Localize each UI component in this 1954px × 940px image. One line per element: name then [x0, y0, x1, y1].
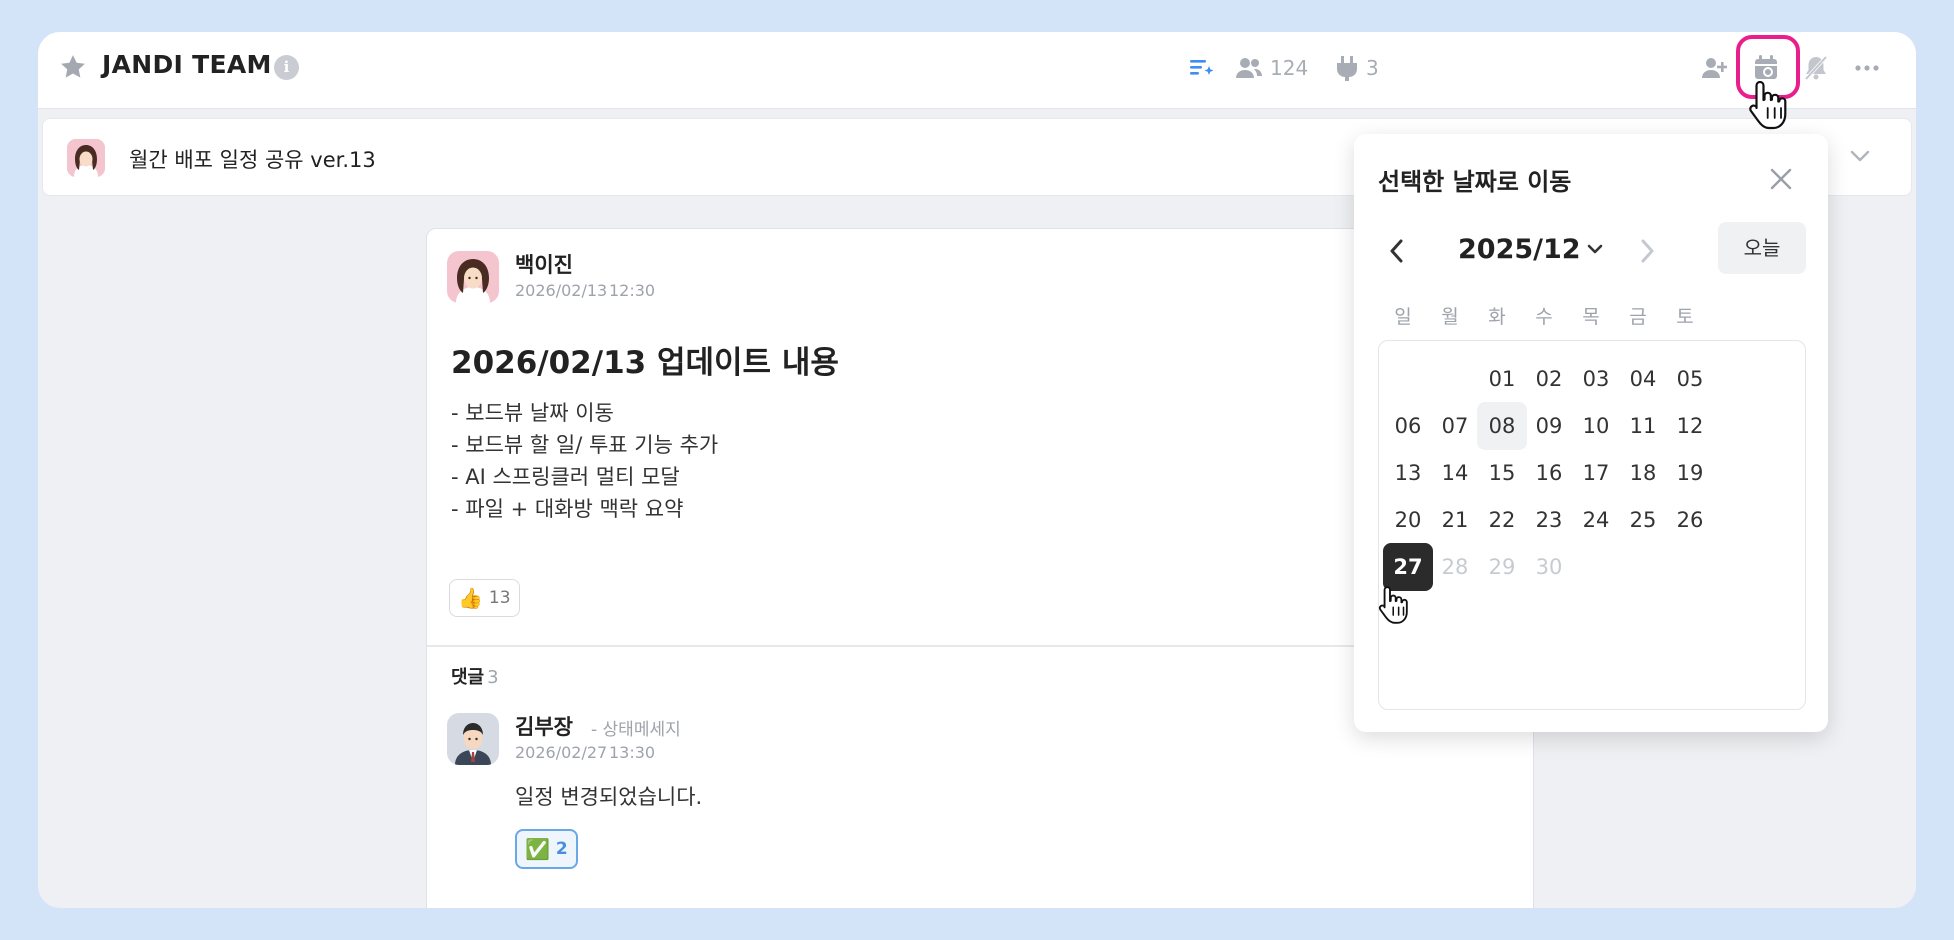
popup-title: 선택한 날짜로 이동 — [1378, 168, 1572, 196]
reaction-thumbs-up[interactable]: 👍 13 — [449, 579, 520, 617]
comments-count: 3 — [487, 667, 499, 688]
calendar-day[interactable]: 09 — [1524, 402, 1574, 450]
calendar-day[interactable]: 07 — [1430, 402, 1480, 450]
message-line: - 보드뷰 날짜 이동 — [451, 401, 614, 425]
calendar-day[interactable]: 15 — [1477, 449, 1527, 497]
close-icon[interactable] — [1766, 164, 1796, 194]
calendar-day: 29 — [1488, 555, 1516, 579]
calendar-day[interactable]: 18 — [1618, 449, 1668, 497]
members-button[interactable]: 124 — [1234, 52, 1308, 84]
ai-summary-icon — [1190, 60, 1214, 75]
announcement-avatar — [67, 139, 105, 177]
announcement-text: 월간 배포 일정 공유 ver.13 — [129, 148, 376, 172]
calendar-day[interactable]: 21 — [1430, 496, 1480, 544]
chevron-down-icon[interactable] — [1849, 149, 1871, 163]
calendar-day[interactable]: 16 — [1524, 449, 1574, 497]
reaction-count: 2 — [555, 839, 568, 859]
author-avatar[interactable] — [447, 251, 499, 303]
calendar-grid: 01 02 03 04 05 06 07 08 09 10 11 12 13 14 15 16 17 18 19 20… — [1378, 340, 1806, 710]
reaction-check[interactable]: ✅ 2 — [515, 829, 578, 869]
integrations-button[interactable]: 3 — [1334, 52, 1379, 84]
message-author[interactable]: 백이진 — [515, 249, 573, 279]
integrations-count: 3 — [1366, 56, 1379, 80]
calendar-day[interactable]: 17 — [1571, 449, 1621, 497]
date-jump-popup: 선택한 날짜로 이동 2025/12 오늘 일 월 화 수 목 금 토 01 02… — [1354, 134, 1828, 732]
calendar-day[interactable]: 04 — [1618, 355, 1668, 403]
message-line: - 파일 + 대화방 맥락 요약 — [451, 497, 684, 521]
message-line: - AI 스프링클러 멀티 모달 — [451, 465, 680, 489]
app-window: JANDI TEAM i 124 3 월간 배포 일정 공유 ver.13 백이… — [38, 32, 1916, 908]
topic-header: JANDI TEAM i 124 3 — [38, 32, 1916, 109]
add-member-icon — [1702, 58, 1727, 78]
more-button[interactable] — [1854, 52, 1880, 84]
ai-summary-button[interactable] — [1188, 52, 1216, 84]
calendar-day[interactable]: 12 — [1665, 402, 1715, 450]
calendar-day[interactable]: 01 — [1477, 355, 1527, 403]
notification-toggle[interactable] — [1802, 52, 1830, 84]
thumbs-up-icon: 👍 — [458, 586, 483, 610]
calendar-day[interactable]: 22 — [1477, 496, 1527, 544]
month-label[interactable]: 2025/12 — [1458, 234, 1581, 265]
message-date: 2026/02/13 — [515, 281, 608, 300]
chevron-down-icon[interactable] — [1586, 242, 1604, 256]
calendar-day: 30 — [1535, 555, 1563, 579]
calendar-day[interactable]: 13 — [1383, 449, 1433, 497]
add-member-button[interactable] — [1700, 52, 1730, 84]
calendar-day[interactable]: 19 — [1665, 449, 1715, 497]
comment-date: 2026/02/27 — [515, 743, 608, 762]
chevron-left-icon[interactable] — [1384, 234, 1410, 268]
comment-status-message: - 상태메세지 — [591, 720, 681, 740]
calendar-day[interactable]: 26 — [1665, 496, 1715, 544]
message-time: 12:30 — [609, 281, 656, 300]
calendar-day[interactable]: 25 — [1618, 496, 1668, 544]
calendar-day: 28 — [1441, 555, 1469, 579]
today-button[interactable]: 오늘 — [1718, 222, 1806, 274]
team-title: JANDI TEAM — [102, 50, 272, 79]
calendar-day[interactable]: 02 — [1524, 355, 1574, 403]
calendar-day[interactable]: 24 — [1571, 496, 1621, 544]
more-icon — [1855, 65, 1879, 71]
members-icon — [1236, 58, 1262, 78]
calendar-day[interactable]: 05 — [1665, 355, 1715, 403]
calendar-day[interactable]: 14 — [1430, 449, 1480, 497]
integrations-icon — [1337, 56, 1357, 81]
reaction-count: 13 — [488, 588, 511, 608]
comment-time: 13:30 — [609, 743, 656, 762]
calendar-day[interactable]: 10 — [1571, 402, 1621, 450]
calendar-day[interactable]: 11 — [1618, 402, 1668, 450]
comment-text: 일정 변경되었습니다. — [515, 785, 703, 809]
hand-cursor-icon — [1378, 586, 1408, 624]
calendar-day[interactable]: 06 — [1383, 402, 1433, 450]
message-title: 2026/02/13 업데이트 내용 — [451, 345, 839, 381]
members-count: 124 — [1270, 56, 1309, 80]
calendar-day[interactable]: 23 — [1524, 496, 1574, 544]
calendar-day[interactable]: 08 — [1477, 402, 1527, 450]
check-icon: ✅ — [525, 837, 550, 861]
calendar-day[interactable]: 03 — [1571, 355, 1621, 403]
comments-label: 댓글 — [451, 667, 485, 688]
info-icon[interactable]: i — [274, 55, 299, 80]
comments-header: 댓글 3 — [451, 663, 499, 689]
star-icon[interactable] — [58, 52, 88, 82]
hand-cursor-icon — [1749, 80, 1787, 130]
weekday-label: 토 — [1676, 306, 1694, 328]
calendar-day[interactable]: 20 — [1383, 496, 1433, 544]
chevron-right-icon[interactable] — [1634, 234, 1660, 268]
notification-off-icon — [1804, 55, 1828, 81]
message-line: - 보드뷰 할 일/ 투표 기능 추가 — [451, 433, 719, 457]
comment-author-avatar[interactable] — [447, 713, 499, 765]
comment-author[interactable]: 김부장 — [515, 711, 573, 741]
